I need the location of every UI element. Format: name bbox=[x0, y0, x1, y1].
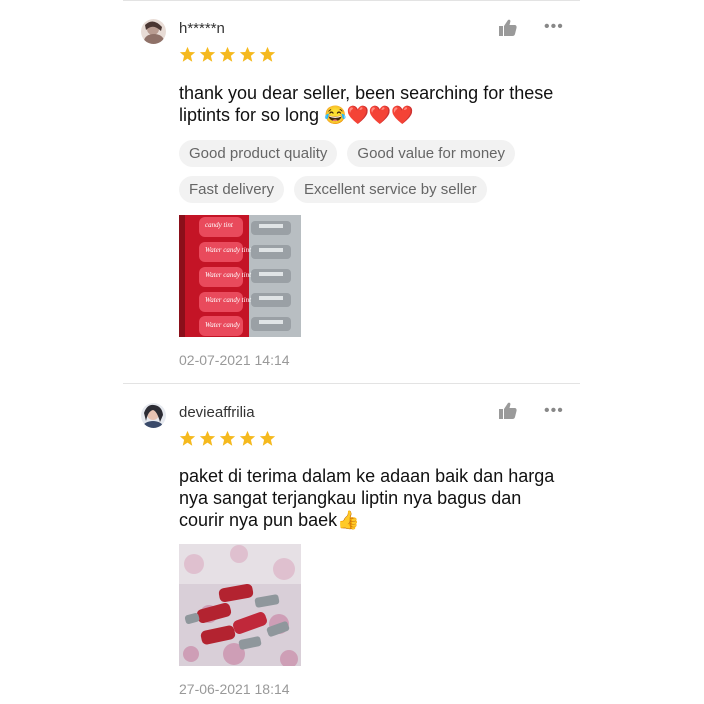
more-options-icon[interactable]: ••• bbox=[544, 403, 564, 419]
photo-label: candy tint bbox=[205, 221, 234, 229]
more-options-icon[interactable]: ••• bbox=[544, 19, 564, 35]
star-icon bbox=[239, 430, 256, 446]
photo-label: Water candy tint bbox=[205, 271, 252, 279]
user-avatar[interactable] bbox=[141, 403, 166, 428]
top-divider bbox=[123, 0, 580, 1]
star-icon bbox=[179, 430, 196, 446]
photo-label: Water candy tint bbox=[205, 246, 252, 254]
review-text: thank you dear seller, been searching fo… bbox=[179, 83, 554, 125]
review-date: 02-07-2021 14:14 bbox=[179, 352, 290, 368]
star-icon bbox=[239, 46, 256, 62]
star-icon bbox=[259, 46, 276, 62]
review-tags: Good product quality Good value for mone… bbox=[179, 140, 559, 203]
thumbs-up-icon[interactable] bbox=[498, 18, 518, 38]
star-icon bbox=[219, 430, 236, 446]
star-rating bbox=[179, 430, 276, 448]
review-photo[interactable]: candy tint Water candy tint Water candy … bbox=[179, 215, 301, 337]
review-text: paket di terima dalam ke adaan baik dan … bbox=[179, 466, 555, 530]
star-icon bbox=[199, 46, 216, 62]
photo-label: Water candy bbox=[205, 321, 241, 329]
review-tag: Good value for money bbox=[347, 140, 516, 167]
review-divider bbox=[123, 383, 580, 384]
review-tag: Fast delivery bbox=[179, 176, 285, 203]
star-icon bbox=[259, 430, 276, 446]
thumbs-up-icon[interactable] bbox=[498, 401, 518, 421]
star-rating bbox=[179, 46, 276, 64]
review-date: 27-06-2021 18:14 bbox=[179, 681, 290, 697]
star-icon bbox=[199, 430, 216, 446]
star-icon bbox=[179, 46, 196, 62]
username: devieaffrilia bbox=[179, 404, 255, 421]
username: h*****n bbox=[179, 20, 225, 37]
star-icon bbox=[219, 46, 236, 62]
review-tag: Excellent service by seller bbox=[294, 176, 487, 203]
review-tag: Good product quality bbox=[179, 140, 338, 167]
photo-label: Water candy tint bbox=[205, 296, 252, 304]
user-avatar[interactable] bbox=[141, 19, 166, 44]
review-photo[interactable] bbox=[179, 544, 301, 666]
